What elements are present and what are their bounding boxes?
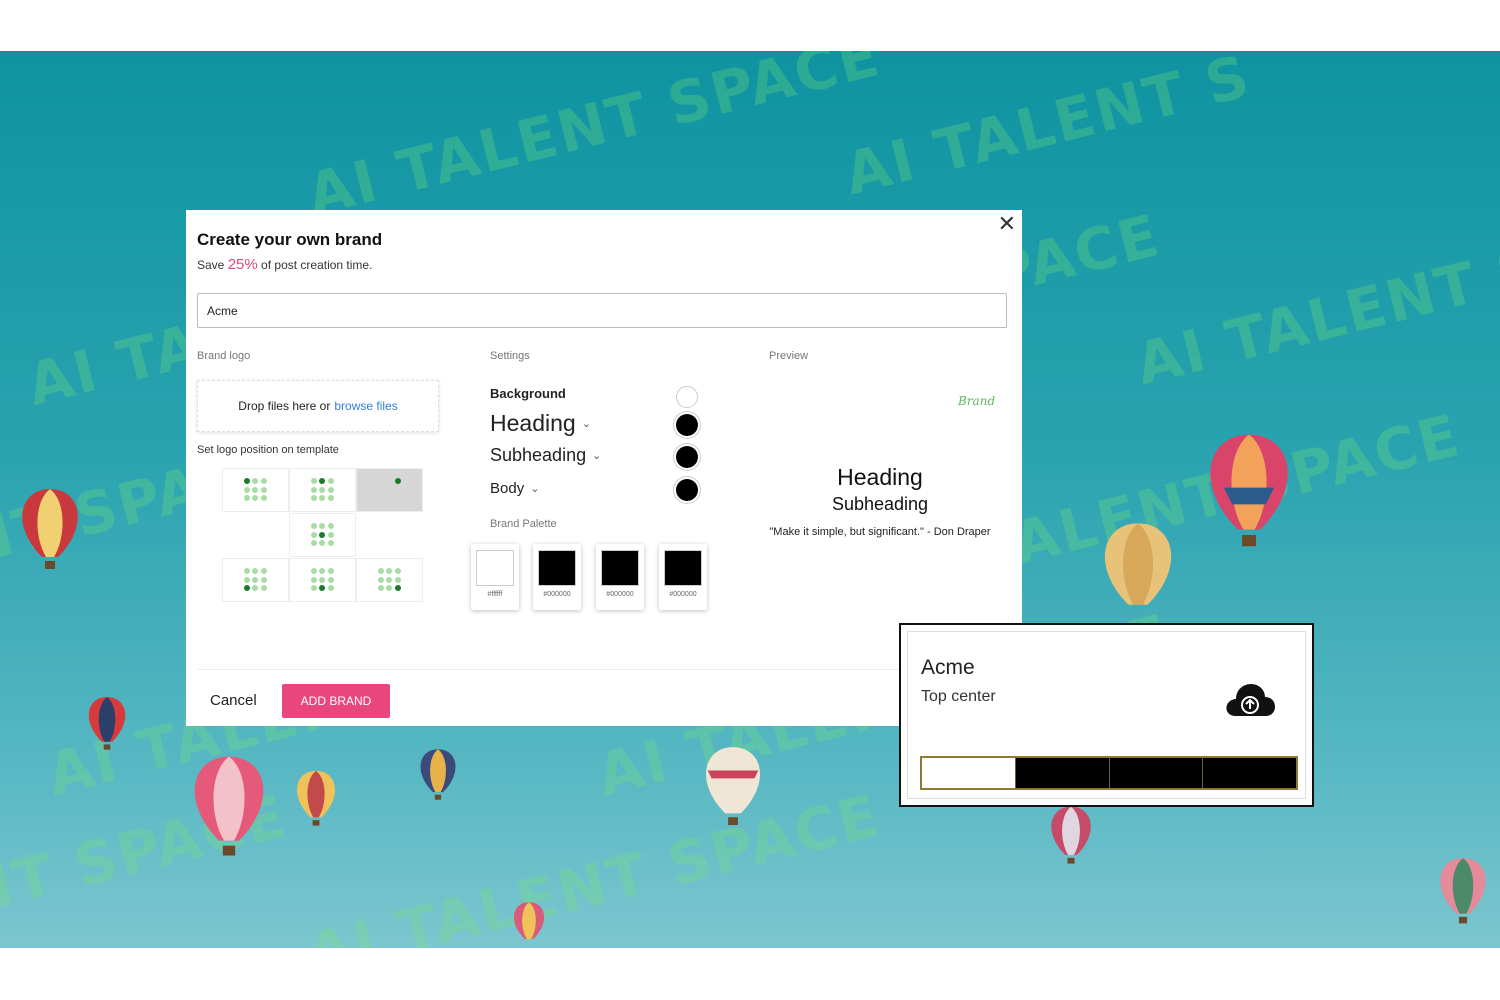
balloon-image <box>194 756 264 856</box>
palette-chip <box>664 550 702 586</box>
brand-card-position: Top center <box>921 688 996 705</box>
setting-background[interactable]: Background <box>490 386 566 401</box>
position-dots-icon <box>378 478 402 502</box>
palette-hex: #000000 <box>543 591 571 598</box>
chevron-down-icon: ⌄ <box>530 482 540 495</box>
balloon-image <box>297 770 335 826</box>
subheading-label: Subheading <box>490 445 587 465</box>
preview-subheading: Subheading <box>831 494 929 514</box>
balloon-image <box>513 902 545 940</box>
position-top-right[interactable] <box>356 468 423 512</box>
body-label: Body <box>490 480 525 497</box>
position-dots-icon <box>243 568 268 592</box>
setting-subheading[interactable]: Subheading ⌄ <box>490 445 601 466</box>
balloon-image <box>1104 523 1172 605</box>
position-dots-icon <box>310 478 335 502</box>
logo-position-label: Set logo position on template <box>197 444 339 456</box>
browse-files-link[interactable]: browse files <box>334 399 397 413</box>
palette-hex: #000000 <box>606 591 634 598</box>
settings-label: Settings <box>490 350 530 362</box>
balloon-image <box>22 489 78 569</box>
cloud-upload-icon[interactable] <box>1224 678 1276 720</box>
heading-color-swatch[interactable] <box>676 414 698 436</box>
palette-chip <box>601 550 639 586</box>
position-dots-icon <box>377 568 402 592</box>
palette-hex: #ffffff <box>487 591 503 598</box>
logo-position-grid <box>222 468 424 602</box>
balloon-image <box>420 749 456 800</box>
palette-color-2[interactable]: #000000 <box>533 544 581 610</box>
setting-heading[interactable]: Heading ⌄ <box>490 410 591 437</box>
brand-card-palette <box>920 756 1298 790</box>
palette-chip <box>538 550 576 586</box>
balloon-image <box>1210 434 1288 547</box>
brand-name-input[interactable] <box>197 293 1007 328</box>
position-dots-icon <box>310 568 335 592</box>
modal-title: Create your own brand <box>197 230 383 249</box>
background-label: Background <box>490 386 566 401</box>
position-top-left[interactable] <box>222 468 289 512</box>
chevron-down-icon: ⌄ <box>592 449 602 462</box>
brand-card-frame: Acme Top center <box>907 631 1306 799</box>
position-dots-icon <box>243 478 268 502</box>
brand-palette-label: Brand Palette <box>490 518 557 530</box>
subheading-color-swatch[interactable] <box>676 446 698 468</box>
chevron-down-icon: ⌄ <box>581 417 591 430</box>
setting-body[interactable]: Body ⌄ <box>490 480 539 497</box>
body-color-swatch[interactable] <box>676 479 698 501</box>
palette-segment <box>922 758 1016 788</box>
position-top-center[interactable] <box>289 468 356 512</box>
cancel-button[interactable]: Cancel <box>210 692 257 709</box>
time-saved-percent: 25% <box>227 256 258 273</box>
position-center[interactable] <box>289 513 356 557</box>
position-bottom-left[interactable] <box>222 558 289 602</box>
palette-chip <box>476 550 514 586</box>
subtitle-suffix: of post creation time. <box>257 258 373 272</box>
balloon-image <box>705 747 761 826</box>
preview-quote: "Make it simple, but significant." - Don… <box>769 526 991 538</box>
close-icon[interactable]: ✕ <box>998 212 1016 237</box>
watermark: AI TALENT SPA <box>1129 211 1500 399</box>
palette-color-3[interactable]: #000000 <box>596 544 644 610</box>
brand-card-name: Acme <box>921 656 975 679</box>
preview-label: Preview <box>769 350 809 362</box>
palette-segment <box>1015 758 1110 788</box>
footer-divider <box>197 669 1007 670</box>
add-brand-button[interactable]: ADD BRAND <box>282 684 390 718</box>
balloon-image <box>88 697 126 750</box>
watermark: AI TALENT SPACE <box>300 780 888 948</box>
watermark: AI TALENT SPACE <box>300 51 888 230</box>
preview-brand-mark: Brand <box>958 394 996 408</box>
create-brand-modal: ✕ Create your own brand Save 25% of post… <box>186 210 1022 726</box>
balloon-image <box>1051 806 1091 864</box>
position-bottom-right[interactable] <box>356 558 423 602</box>
subtitle-prefix: Save <box>197 258 228 272</box>
heading-label: Heading <box>490 410 576 436</box>
logo-dropzone[interactable]: Drop files here or browse files <box>197 380 439 432</box>
watermark: AI TALENT S <box>837 51 1258 209</box>
palette-color-1[interactable]: #ffffff <box>471 544 519 610</box>
brand-summary-card[interactable]: Acme Top center <box>899 623 1314 807</box>
brand-logo-label: Brand logo <box>197 350 251 362</box>
palette-segment <box>1203 758 1296 788</box>
palette-color-4[interactable]: #000000 <box>659 544 707 610</box>
dropzone-text: Drop files here or <box>238 399 331 413</box>
position-bottom-center[interactable] <box>289 558 356 602</box>
balloon-image <box>1440 858 1486 924</box>
position-dots-icon <box>310 523 335 547</box>
palette-hex: #000000 <box>669 591 697 598</box>
modal-subtitle: Save 25% of post creation time. <box>197 256 372 273</box>
preview-heading: Heading <box>837 464 923 490</box>
background-color-swatch[interactable] <box>676 386 698 408</box>
palette-segment <box>1109 758 1204 788</box>
